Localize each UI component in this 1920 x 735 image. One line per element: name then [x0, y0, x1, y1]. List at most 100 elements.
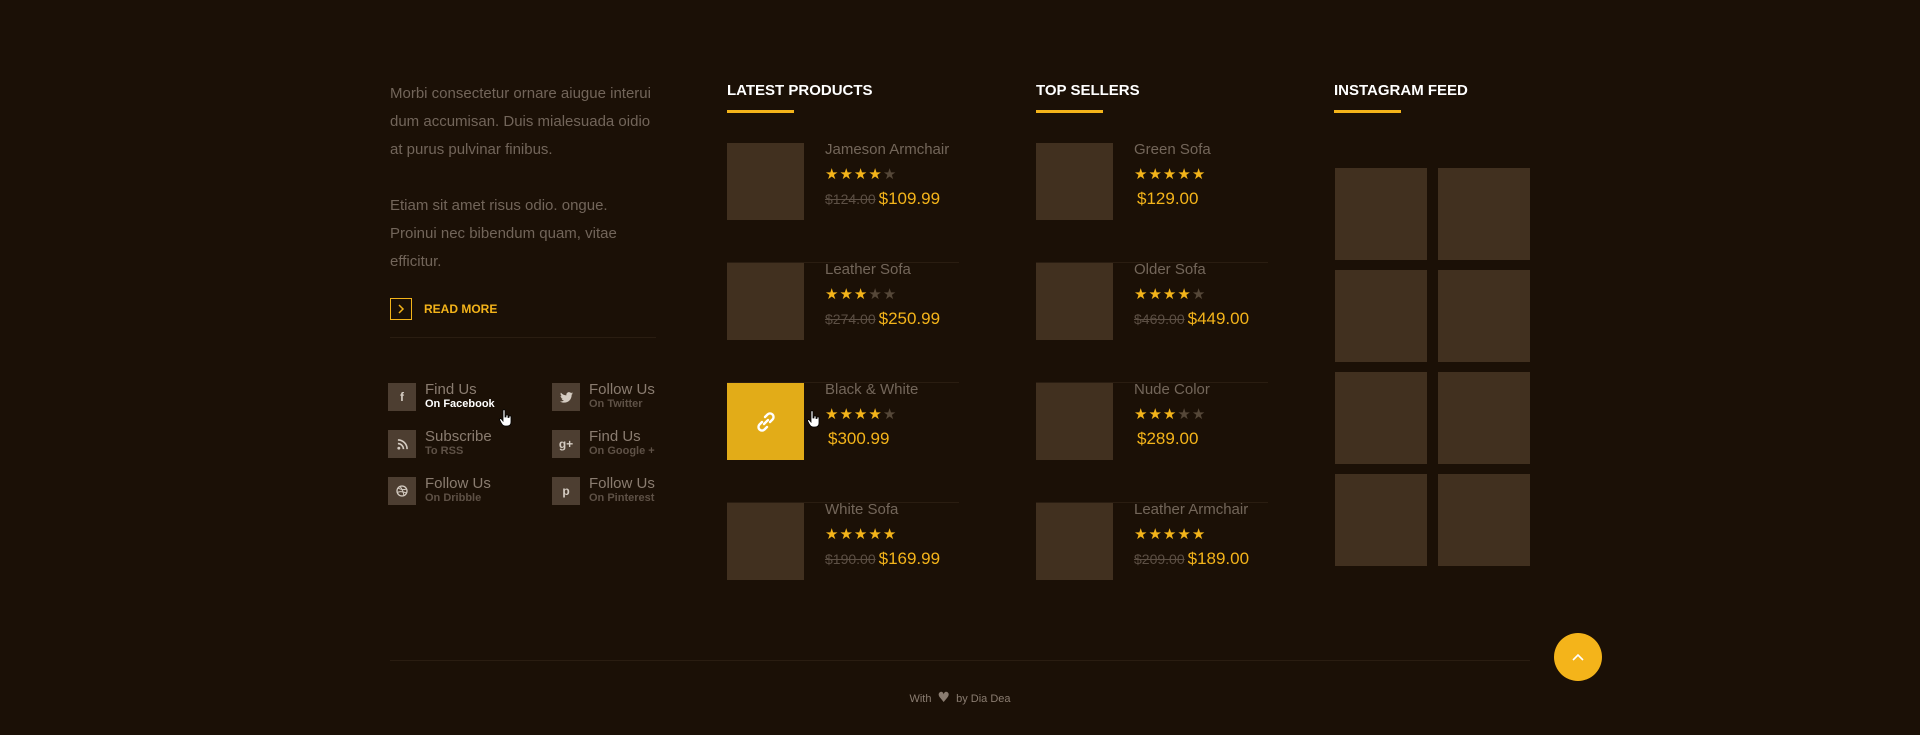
product-thumbnail[interactable]	[1036, 263, 1113, 340]
latest-products-section: LATEST PRODUCTS Jameson Armchair ★ ★ ★ ★ ★ $…	[727, 80, 959, 623]
footer-credit: With ♥ by Dia Dea	[0, 690, 1920, 706]
title-underline	[727, 110, 794, 113]
star-filled-icon: ★	[839, 285, 853, 303]
product-name[interactable]: Older Sofa	[1134, 259, 1249, 281]
star-filled-icon: ★	[868, 405, 882, 423]
product-thumbnail[interactable]	[727, 143, 804, 220]
star-filled-icon: ★	[1177, 285, 1191, 303]
title-underline	[1334, 110, 1401, 113]
pinterest-icon: p	[552, 477, 580, 505]
price: $300.99	[828, 429, 890, 448]
old-price: $124.00	[825, 191, 876, 207]
product-item[interactable]: Black & White ★ ★ ★ ★ ★ $300.99	[727, 381, 959, 503]
social-line2: On Dribble	[425, 492, 482, 504]
chevron-up-icon	[1572, 653, 1584, 661]
star-empty-icon: ★	[1191, 405, 1206, 423]
product-name[interactable]: White Sofa	[825, 499, 940, 521]
rating-stars: ★ ★ ★ ★ ★	[1134, 165, 1211, 183]
product-thumbnail[interactable]	[1036, 143, 1113, 220]
star-empty-icon: ★	[1191, 285, 1206, 303]
product-thumbnail[interactable]	[1036, 383, 1113, 460]
product-thumbnail[interactable]	[727, 383, 804, 460]
product-thumbnail[interactable]	[727, 263, 804, 340]
old-price: $274.00	[825, 311, 876, 327]
star-filled-icon: ★	[825, 165, 839, 183]
instagram-tile[interactable]	[1438, 168, 1530, 260]
product-item[interactable]: White Sofa ★ ★ ★ ★ ★ $190.00 $169.99	[727, 501, 959, 623]
product-name[interactable]: Leather Armchair	[1134, 499, 1249, 521]
star-empty-icon: ★	[868, 285, 882, 303]
product-name[interactable]: Leather Sofa	[825, 259, 940, 281]
price: $449.00	[1187, 309, 1250, 328]
product-name[interactable]: Green Sofa	[1134, 139, 1211, 161]
star-filled-icon: ★	[1177, 165, 1191, 183]
rss-icon	[388, 430, 416, 458]
product-item[interactable]: Older Sofa ★ ★ ★ ★ ★ $469.00 $449.00	[1036, 261, 1268, 383]
product-thumbnail[interactable]	[727, 503, 804, 580]
instagram-section: INSTAGRAM FEED	[1334, 80, 1534, 566]
star-empty-icon: ★	[882, 405, 897, 423]
price: $250.99	[878, 309, 941, 328]
social-google-plus[interactable]: g+ Find Us On Google +	[552, 429, 668, 458]
product-name[interactable]: Nude Color	[1134, 379, 1210, 401]
social-twitter[interactable]: Follow Us On Twitter	[552, 382, 668, 411]
instagram-title: INSTAGRAM FEED	[1334, 82, 1468, 99]
back-to-top-button[interactable]	[1554, 633, 1602, 681]
star-filled-icon: ★	[853, 285, 868, 303]
social-dribbble[interactable]: Follow Us On Dribble	[388, 475, 552, 505]
credit-prefix: With	[909, 693, 932, 705]
social-pinterest[interactable]: p Follow Us On Pinterest	[552, 475, 668, 505]
product-name[interactable]: Black & White	[825, 379, 918, 401]
title-underline	[1036, 110, 1103, 113]
instagram-tile[interactable]	[1335, 372, 1427, 464]
top-sellers-title: TOP SELLERS	[1036, 82, 1140, 99]
social-line1: Follow Us	[589, 475, 655, 492]
product-name[interactable]: Jameson Armchair	[825, 139, 949, 161]
star-filled-icon: ★	[825, 405, 839, 423]
read-more-link[interactable]: READ MORE	[390, 298, 656, 320]
star-filled-icon: ★	[853, 165, 868, 183]
social-links: f Find Us On Facebook Follow Us On Twitt…	[388, 381, 668, 505]
star-filled-icon: ★	[882, 525, 897, 543]
product-item[interactable]: Leather Armchair ★ ★ ★ ★ ★ $209.00 $189.00	[1036, 501, 1268, 623]
instagram-tile[interactable]	[1335, 270, 1427, 362]
rating-stars: ★ ★ ★ ★ ★	[825, 525, 940, 543]
product-item[interactable]: Green Sofa ★ ★ ★ ★ ★ $129.00	[1036, 141, 1268, 263]
star-filled-icon: ★	[1134, 165, 1148, 183]
instagram-tile[interactable]	[1438, 270, 1530, 362]
social-line1: Follow Us	[425, 475, 491, 492]
instagram-tile[interactable]	[1335, 168, 1427, 260]
rating-stars: ★ ★ ★ ★ ★	[1134, 285, 1249, 303]
product-item[interactable]: Leather Sofa ★ ★ ★ ★ ★ $274.00 $250.99	[727, 261, 959, 383]
social-facebook[interactable]: f Find Us On Facebook	[388, 381, 552, 411]
product-item[interactable]: Nude Color ★ ★ ★ ★ ★ $289.00	[1036, 381, 1268, 503]
instagram-tile[interactable]	[1438, 372, 1530, 464]
instagram-grid	[1335, 168, 1534, 566]
star-empty-icon: ★	[882, 165, 897, 183]
hand-cursor-icon	[499, 409, 512, 427]
star-filled-icon: ★	[1148, 165, 1162, 183]
old-price: $209.00	[1134, 551, 1185, 567]
credit-suffix: by Dia Dea	[956, 693, 1011, 705]
social-line2: On Google +	[589, 445, 655, 457]
latest-products-title: LATEST PRODUCTS	[727, 82, 873, 99]
social-rss[interactable]: Subscribe To RSS	[388, 429, 552, 458]
rating-stars: ★ ★ ★ ★ ★	[825, 405, 918, 423]
social-line2: On Pinterest	[589, 492, 655, 504]
instagram-tile[interactable]	[1335, 474, 1427, 566]
instagram-tile[interactable]	[1438, 474, 1530, 566]
star-filled-icon: ★	[1177, 525, 1191, 543]
rating-stars: ★ ★ ★ ★ ★	[825, 285, 940, 303]
product-item[interactable]: Jameson Armchair ★ ★ ★ ★ ★ $124.00 $109.99	[727, 141, 959, 263]
old-price: $469.00	[1134, 311, 1185, 327]
price: $189.00	[1187, 549, 1250, 568]
star-filled-icon: ★	[1162, 405, 1177, 423]
dribbble-icon	[388, 477, 416, 505]
star-empty-icon: ★	[1177, 405, 1191, 423]
product-thumbnail[interactable]	[1036, 503, 1113, 580]
price: $169.99	[878, 549, 941, 568]
old-price: $190.00	[825, 551, 876, 567]
about-paragraph-1: Morbi consectetur ornare aiugue interui …	[390, 85, 651, 158]
social-line1: Find Us	[425, 381, 477, 398]
star-filled-icon: ★	[1134, 405, 1148, 423]
